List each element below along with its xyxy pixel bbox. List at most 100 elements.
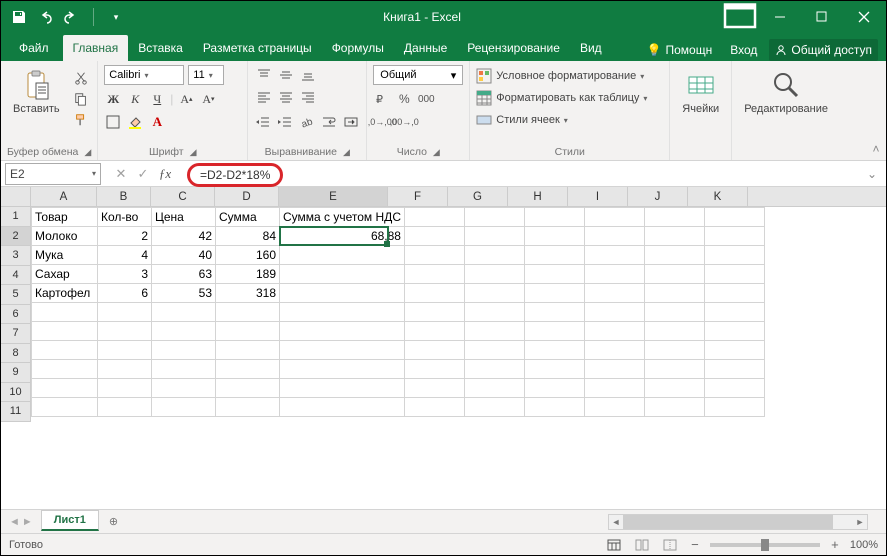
share-button[interactable]: Общий доступ (769, 39, 878, 61)
cell[interactable] (524, 322, 584, 341)
align-bottom-icon[interactable] (298, 65, 318, 85)
cell[interactable]: Картофел (32, 284, 98, 303)
cell-styles-button[interactable]: Стили ячеек▾ (476, 111, 647, 129)
cell[interactable] (644, 246, 704, 265)
cell[interactable] (644, 208, 704, 227)
cell[interactable]: Цена (152, 208, 216, 227)
bold-button[interactable]: Ж (104, 90, 122, 108)
cell[interactable] (464, 227, 524, 246)
cell[interactable] (524, 265, 584, 284)
col-header-B[interactable]: B (97, 187, 151, 206)
sheet-tab[interactable]: Лист1 (41, 510, 99, 531)
row-header-1[interactable]: 1 (1, 207, 31, 227)
cell[interactable] (280, 341, 405, 360)
tab-insert[interactable]: Вставка (128, 35, 193, 61)
cell[interactable] (584, 208, 644, 227)
tell-me[interactable]: 💡 Помощн (641, 39, 719, 61)
horizontal-scrollbar[interactable]: ◄► (608, 514, 868, 530)
cell[interactable] (644, 379, 704, 398)
cell[interactable] (464, 265, 524, 284)
cell[interactable] (216, 360, 280, 379)
zoom-in-button[interactable]: + (828, 537, 842, 552)
cell[interactable]: Сумма с учетом НДС (280, 208, 405, 227)
cell[interactable] (584, 341, 644, 360)
cell[interactable] (464, 322, 524, 341)
cell[interactable] (98, 398, 152, 417)
zoom-slider[interactable] (710, 543, 820, 547)
cell[interactable] (404, 208, 464, 227)
maximize-button[interactable] (802, 1, 842, 33)
name-box[interactable]: E2▾ (5, 163, 101, 185)
cell[interactable] (280, 398, 405, 417)
cell[interactable]: Товар (32, 208, 98, 227)
orientation-icon[interactable]: ab (298, 113, 316, 131)
fx-icon[interactable]: ƒx (155, 164, 175, 184)
cell[interactable] (216, 379, 280, 398)
col-header-A[interactable]: A (31, 187, 97, 206)
increase-font-icon[interactable]: A▴ (177, 90, 195, 108)
cell[interactable] (404, 379, 464, 398)
cell[interactable]: 40 (152, 246, 216, 265)
cell[interactable] (464, 284, 524, 303)
underline-button[interactable]: Ч (148, 90, 166, 108)
qat-customize-icon[interactable]: ▾ (108, 9, 124, 25)
decrease-indent-icon[interactable] (254, 113, 272, 131)
align-middle-icon[interactable] (276, 65, 296, 85)
cell[interactable] (584, 265, 644, 284)
cell[interactable] (704, 303, 764, 322)
cell[interactable] (704, 227, 764, 246)
cell[interactable] (404, 284, 464, 303)
cell[interactable] (98, 379, 152, 398)
alignment-launcher-icon[interactable]: ◢ (343, 147, 350, 158)
cell[interactable] (644, 341, 704, 360)
close-button[interactable] (844, 1, 884, 33)
cell[interactable] (524, 341, 584, 360)
cell[interactable] (464, 246, 524, 265)
cell[interactable] (584, 227, 644, 246)
cell[interactable] (704, 379, 764, 398)
cell[interactable] (32, 322, 98, 341)
select-all-button[interactable] (1, 187, 31, 206)
collapse-ribbon-icon[interactable]: ˄ (866, 61, 886, 160)
paste-button[interactable]: Вставить (7, 65, 66, 119)
cell[interactable] (644, 265, 704, 284)
cell[interactable] (98, 303, 152, 322)
cell[interactable] (704, 246, 764, 265)
cell[interactable] (216, 322, 280, 341)
tab-page-layout[interactable]: Разметка страницы (193, 35, 322, 61)
col-header-I[interactable]: I (568, 187, 628, 206)
cell[interactable] (280, 246, 405, 265)
cell[interactable]: 318 (216, 284, 280, 303)
row-header-7[interactable]: 7 (1, 324, 31, 344)
borders-icon[interactable] (104, 113, 122, 131)
cell[interactable]: 4 (98, 246, 152, 265)
clipboard-launcher-icon[interactable]: ◢ (84, 147, 91, 158)
row-header-4[interactable]: 4 (1, 266, 31, 286)
font-size-combo[interactable]: 11▾ (188, 65, 224, 85)
col-header-H[interactable]: H (508, 187, 568, 206)
cell[interactable] (464, 360, 524, 379)
cell[interactable] (704, 208, 764, 227)
align-right-icon[interactable] (298, 87, 318, 107)
cell[interactable] (584, 398, 644, 417)
cell[interactable] (152, 360, 216, 379)
save-icon[interactable] (11, 9, 27, 25)
sheet-table[interactable]: ТоварКол-воЦенаСуммаСумма с учетом НДСМо… (31, 207, 765, 417)
cell[interactable] (584, 322, 644, 341)
cell[interactable] (32, 341, 98, 360)
cell[interactable] (644, 284, 704, 303)
editing-button[interactable]: Редактирование (738, 65, 834, 119)
cell[interactable] (32, 360, 98, 379)
cancel-formula-icon[interactable]: ✕ (111, 164, 131, 184)
cell[interactable] (464, 341, 524, 360)
col-header-G[interactable]: G (448, 187, 508, 206)
cell[interactable] (584, 303, 644, 322)
cell[interactable] (584, 284, 644, 303)
tab-view[interactable]: Вид (570, 35, 612, 61)
cell[interactable] (404, 303, 464, 322)
cell[interactable] (32, 379, 98, 398)
italic-button[interactable]: К (126, 90, 144, 108)
sign-in[interactable]: Вход (724, 39, 763, 61)
cell[interactable]: 84 (216, 227, 280, 246)
tab-data[interactable]: Данные (394, 35, 457, 61)
